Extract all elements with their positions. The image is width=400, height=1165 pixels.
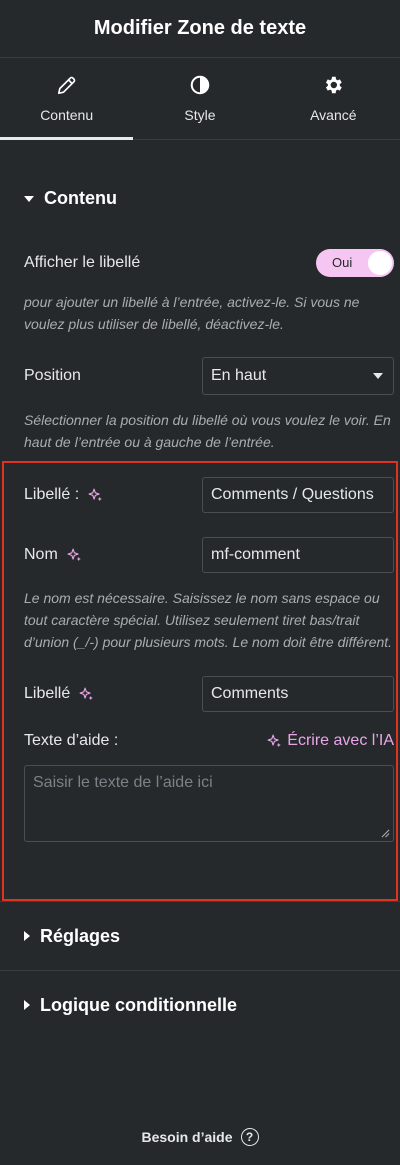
panel-header: Modifier Zone de texte [0,0,400,58]
half-circle-icon [190,75,210,95]
pencil-icon [57,76,75,95]
position-value: En haut [211,367,267,384]
position-row: Position En haut [0,357,400,395]
help-link[interactable]: Besoin d’aide [141,1129,232,1145]
resize-handle-icon[interactable] [381,829,390,838]
position-description: Sélectionner la position du libellé où v… [24,412,391,450]
tab-label: Style [184,107,216,123]
chevron-down-icon [373,373,383,379]
tab-avance[interactable]: Avancé [267,58,400,139]
gear-icon [326,76,343,94]
section-title: Logique conditionnelle [40,994,237,1015]
footer: Besoin d’aide ? [0,1128,400,1146]
tab-label: Contenu [40,107,94,123]
toggle-knob [368,251,392,275]
caret-down-icon [24,195,34,202]
show-label-description: pour ajouter un libellé à l’entrée, acti… [24,294,360,332]
tab-bar: Contenu Style Avancé [0,58,400,140]
toggle-text: Oui [332,255,353,270]
section-title: Contenu [44,188,117,208]
section-contenu-header[interactable]: Contenu [0,188,400,209]
help-text-placeholder: Saisir le texte de l’aide ici [33,774,213,791]
position-label: Position [24,367,81,384]
section-reglages-header[interactable]: Réglages [0,902,400,970]
question-circle-icon[interactable]: ? [240,1128,259,1146]
tab-style[interactable]: Style [133,58,266,139]
position-select[interactable]: En haut [202,357,394,395]
caret-right-icon [24,931,30,941]
show-label-label: Afficher le libellé [24,254,141,271]
caret-right-icon [24,1000,30,1010]
section-logique-header[interactable]: Logique conditionnelle [0,971,400,1039]
section-title: Réglages [40,925,121,946]
help-text-textarea[interactable]: Saisir le texte de l’aide ici [24,765,394,842]
panel-title: Modifier Zone de texte [93,17,307,39]
tab-label: Avancé [310,107,357,123]
show-label-toggle[interactable]: Oui [316,249,394,277]
show-label-row: Afficher le libellé Oui [0,249,400,277]
tab-contenu[interactable]: Contenu [0,58,134,140]
